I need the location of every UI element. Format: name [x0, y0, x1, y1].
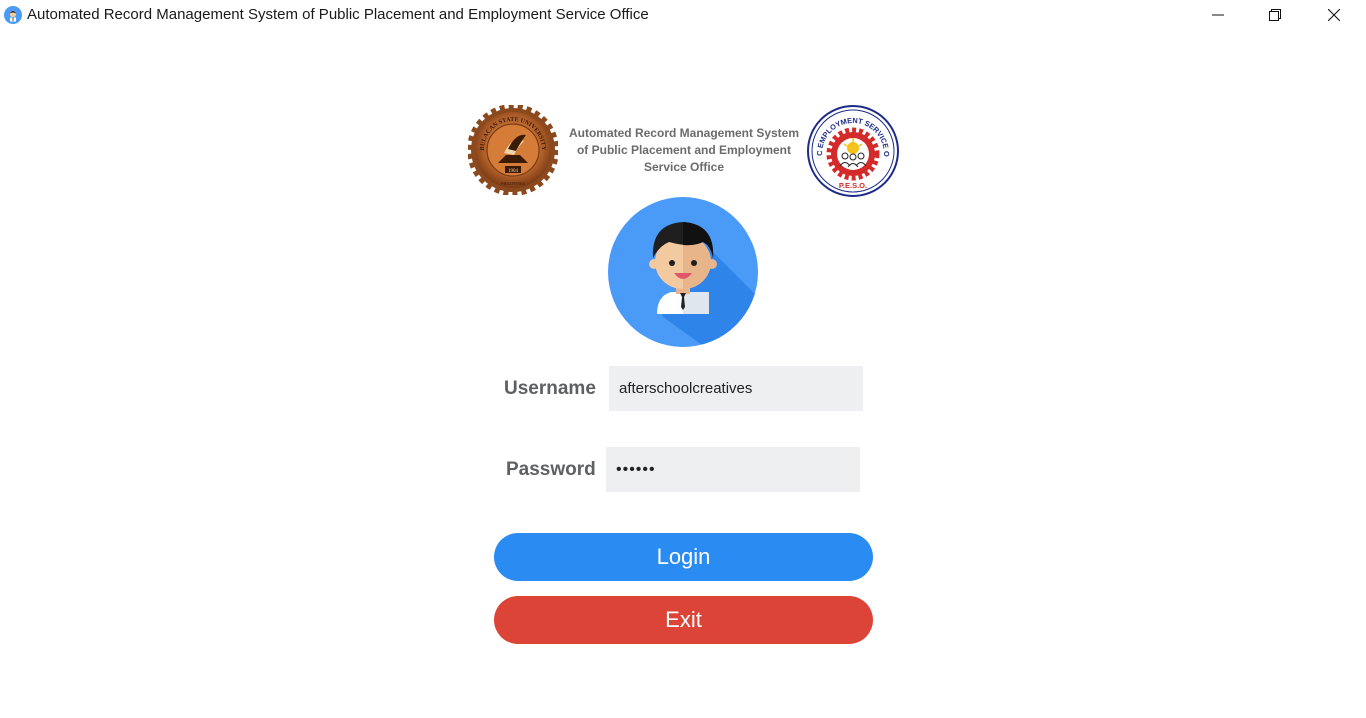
peso-seal-logo: PUBLIC EMPLOYMENT SERVICE OFFICE P.E.S.O…	[806, 104, 899, 197]
system-title-line-2: of Public Placement and Employment	[576, 143, 792, 157]
restore-icon	[1269, 9, 1281, 21]
bulsu-seal-logo: BULACAN STATE UNIVERSITY 1904 PHILIPPINE…	[468, 105, 558, 195]
minimize-button[interactable]	[1189, 0, 1247, 30]
login-window: Automated Record Management System of Pu…	[0, 0, 1366, 718]
close-button[interactable]	[1305, 0, 1363, 30]
minimize-icon	[1212, 14, 1224, 16]
login-button[interactable]: Login	[494, 533, 873, 581]
close-icon	[1328, 9, 1340, 21]
system-title: Automated Record Management System of Pu…	[562, 125, 806, 176]
restore-button[interactable]	[1246, 0, 1304, 30]
exit-button[interactable]: Exit	[494, 596, 873, 644]
window-title: Automated Record Management System of Pu…	[27, 6, 649, 23]
svg-text:1904: 1904	[508, 169, 519, 174]
user-avatar-icon	[608, 197, 758, 347]
svg-text:PHILIPPINES: PHILIPPINES	[501, 181, 525, 186]
password-label: Password	[506, 459, 596, 480]
username-input[interactable]	[609, 366, 863, 411]
password-input[interactable]	[606, 447, 860, 492]
svg-text:P.E.S.O.: P.E.S.O.	[839, 181, 867, 190]
app-icon	[4, 6, 22, 24]
username-label: Username	[504, 378, 596, 399]
title-bar: Automated Record Management System of Pu…	[0, 0, 1366, 30]
system-title-line-3: Service Office	[643, 160, 725, 174]
system-title-line-1: Automated Record Management System	[568, 126, 800, 140]
